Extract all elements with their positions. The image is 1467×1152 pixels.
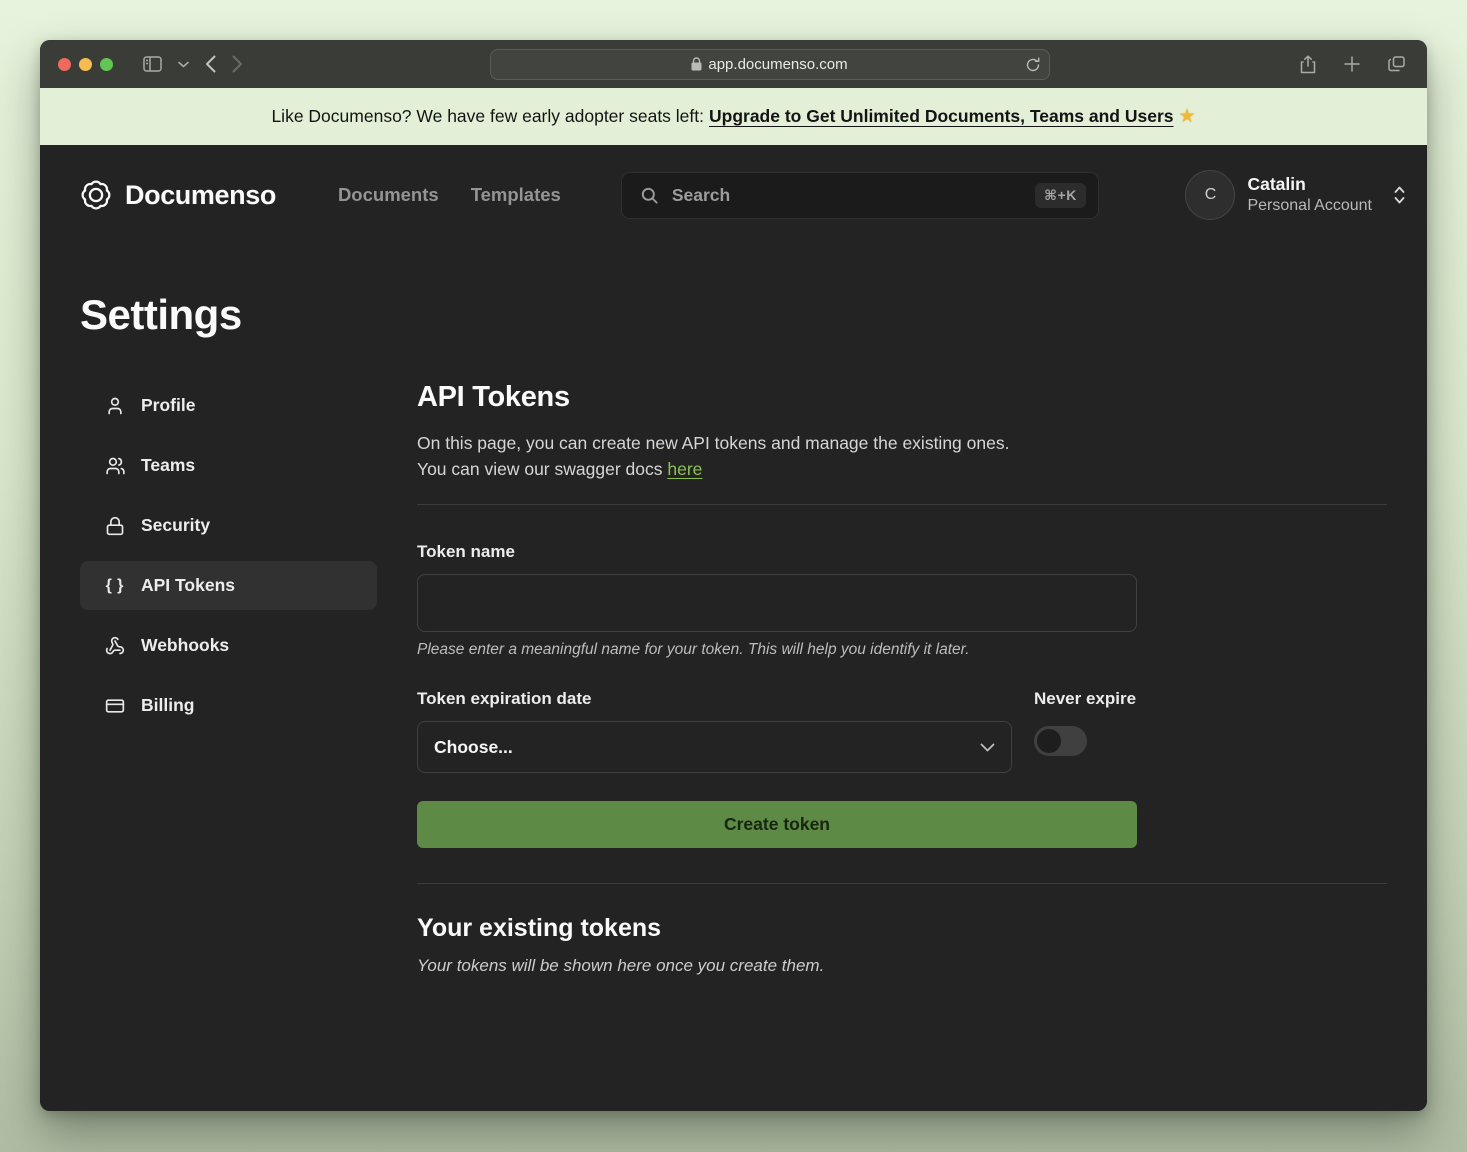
divider	[417, 504, 1387, 505]
section-description: On this page, you can create new API tok…	[417, 430, 1387, 482]
expiration-selected-value: Choose...	[434, 737, 513, 758]
swagger-docs-link[interactable]: here	[667, 459, 702, 479]
account-type: Personal Account	[1247, 196, 1372, 216]
sidebar-item-label: Teams	[141, 455, 195, 476]
minimize-window-button[interactable]	[79, 58, 92, 71]
sidebar-item-billing[interactable]: Billing	[80, 681, 377, 730]
section-heading: API Tokens	[417, 381, 1387, 414]
chevrons-up-down-icon	[1392, 185, 1407, 205]
back-button[interactable]	[201, 51, 220, 77]
close-window-button[interactable]	[58, 58, 71, 71]
token-name-label: Token name	[417, 542, 1137, 562]
expiration-select[interactable]: Choose...	[417, 721, 1012, 773]
brand-name: Documenso	[125, 180, 276, 211]
upgrade-banner: Like Documenso? We have few early adopte…	[40, 88, 1427, 145]
upgrade-link[interactable]: Upgrade to Get Unlimited Documents, Team…	[709, 106, 1174, 127]
existing-tokens-section: Your existing tokens Your tokens will be…	[417, 914, 1387, 976]
braces-icon: { }	[104, 577, 126, 595]
sidebar-item-profile[interactable]: Profile	[80, 381, 377, 430]
banner-text: Like Documenso? We have few early adopte…	[271, 106, 704, 127]
token-name-hint: Please enter a meaningful name for your …	[417, 641, 1137, 659]
share-icon[interactable]	[1296, 51, 1320, 78]
sidebar-item-label: Billing	[141, 695, 194, 716]
reload-icon[interactable]	[1026, 57, 1040, 72]
sidebar-item-label: Security	[141, 515, 210, 536]
user-name: Catalin	[1247, 174, 1372, 196]
sidebar-item-teams[interactable]: Teams	[80, 441, 377, 490]
settings-sidebar: Profile Teams	[80, 381, 377, 976]
star-icon: ★	[1179, 105, 1196, 128]
existing-tokens-heading: Your existing tokens	[417, 914, 1387, 943]
create-token-button[interactable]: Create token	[417, 801, 1137, 848]
sidebar-item-security[interactable]: Security	[80, 501, 377, 550]
documenso-logo[interactable]: Documenso	[80, 179, 276, 211]
toolbar-right-icons	[1296, 51, 1409, 78]
credit-card-icon	[104, 696, 126, 716]
toggle-knob	[1037, 729, 1061, 753]
search-shortcut-badge: ⌘+K	[1035, 183, 1086, 208]
zoom-window-button[interactable]	[100, 58, 113, 71]
user-icon	[104, 396, 126, 416]
nav-templates[interactable]: Templates	[471, 184, 561, 206]
app-page: Documenso Documents Templates Search ⌘+K…	[40, 145, 1427, 1111]
never-expire-label: Never expire	[1034, 689, 1137, 709]
traffic-lights	[58, 58, 113, 71]
nav-documents[interactable]: Documents	[338, 184, 439, 206]
search-icon	[640, 186, 659, 205]
chevron-down-icon	[980, 743, 995, 752]
sidebar-item-label: Webhooks	[141, 635, 229, 656]
divider	[417, 883, 1387, 884]
browser-window: app.documenso.com	[40, 40, 1427, 1111]
api-tokens-panel: API Tokens On this page, you can create …	[417, 381, 1387, 976]
webhook-icon	[104, 636, 126, 656]
sidebar-item-label: API Tokens	[141, 575, 235, 596]
new-tab-icon[interactable]	[1340, 51, 1364, 78]
url-text: app.documenso.com	[708, 56, 847, 73]
documenso-seal-icon	[80, 179, 112, 211]
account-menu[interactable]: C Catalin Personal Account	[1185, 170, 1411, 220]
search-input[interactable]: Search ⌘+K	[621, 172, 1099, 219]
tab-group-chevron-icon[interactable]	[174, 57, 193, 72]
tab-overview-icon[interactable]	[1384, 51, 1409, 78]
top-nav: Documents Templates	[338, 184, 561, 206]
never-expire-toggle[interactable]	[1034, 726, 1087, 756]
sidebar-item-api-tokens[interactable]: { } API Tokens	[80, 561, 377, 610]
users-icon	[104, 456, 126, 476]
app-header: Documenso Documents Templates Search ⌘+K…	[40, 145, 1427, 245]
address-bar[interactable]: app.documenso.com	[490, 49, 1050, 80]
lock-icon	[691, 57, 702, 71]
page-title: Settings	[40, 245, 1427, 339]
avatar: C	[1185, 170, 1235, 220]
sidebar-toggle-icon[interactable]	[139, 52, 166, 76]
expiration-label: Token expiration date	[417, 689, 1012, 709]
lock-icon	[104, 516, 126, 536]
token-name-input[interactable]	[417, 574, 1137, 632]
sidebar-item-webhooks[interactable]: Webhooks	[80, 621, 377, 670]
forward-button[interactable]	[228, 51, 247, 77]
browser-toolbar: app.documenso.com	[40, 40, 1427, 88]
sidebar-item-label: Profile	[141, 395, 195, 416]
existing-tokens-hint: Your tokens will be shown here once you …	[417, 956, 1387, 976]
search-placeholder: Search	[672, 185, 1022, 206]
